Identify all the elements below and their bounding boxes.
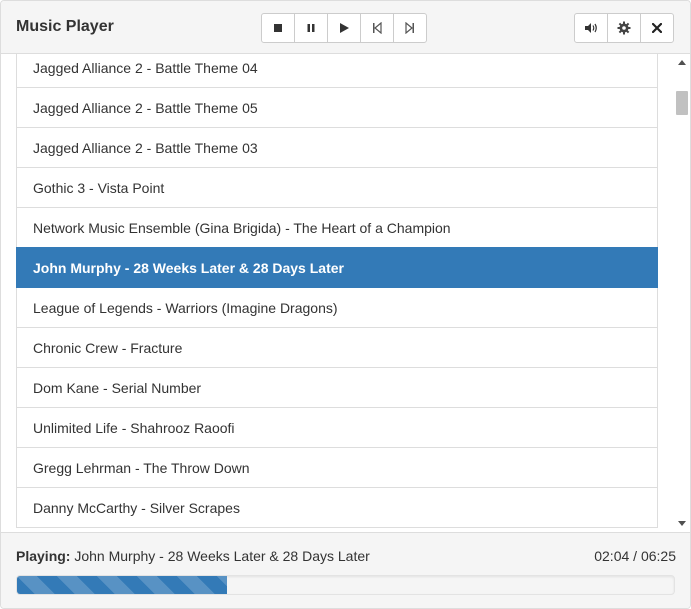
volume-button[interactable] [574,13,608,43]
track-item[interactable]: Jagged Alliance 2 - Battle Theme 03 [16,127,658,168]
track-item[interactable]: Gregg Lehrman - The Throw Down [16,447,658,488]
playlist: Jagged Alliance 2 - Battle Theme 04 Jagge… [1,54,690,532]
pause-icon [307,24,315,32]
time-separator: / [633,548,638,564]
scroll-down-icon[interactable] [678,521,686,526]
progress-track[interactable] [16,575,675,595]
playlist-scrollbar[interactable] [674,54,690,532]
previous-button[interactable] [360,13,394,43]
elapsed-time: 02:04 [594,548,630,564]
next-button[interactable] [393,13,427,43]
utility-controls [574,13,674,43]
stop-icon [274,24,282,32]
close-icon [652,23,662,33]
now-playing: Playing: John Murphy - 28 Weeks Later & … [16,547,370,565]
track-item[interactable]: League of Legends - Warriors (Imagine Dr… [16,287,658,328]
step-forward-icon [405,22,414,34]
music-player-panel: Music Player Jagged Alliance 2 - Battle … [0,0,691,609]
track-item[interactable]: Chronic Crew - Fracture [16,327,658,368]
play-button[interactable] [327,13,361,43]
progress-bar [17,576,228,594]
now-playing-label: Playing: [16,548,71,564]
player-header: Music Player [1,1,690,54]
track-item[interactable]: Jagged Alliance 2 - Battle Theme 05 [16,87,658,128]
total-duration: 06:25 [640,548,676,564]
scroll-up-icon[interactable] [678,60,686,65]
settings-button[interactable] [607,13,641,43]
transport-controls [261,13,427,43]
close-button[interactable] [640,13,674,43]
track-item[interactable]: Gothic 3 - Vista Point [16,167,658,208]
app-title: Music Player [16,18,114,35]
track-item[interactable]: Danny McCarthy - Silver Scrapes [16,487,658,528]
scroll-thumb[interactable] [676,91,688,115]
track-item[interactable]: Jagged Alliance 2 - Battle Theme 04 [16,54,658,88]
stop-button[interactable] [261,13,295,43]
play-icon [340,23,349,33]
gear-icon [617,21,631,35]
now-playing-track: John Murphy - 28 Weeks Later & 28 Days L… [74,548,370,564]
time-display: 02:04 / 06:25 [594,547,676,565]
track-item[interactable]: Dom Kane - Serial Number [16,367,658,408]
step-backward-icon [373,22,382,34]
track-item[interactable]: Unlimited Life - Shahrooz Raoofi [16,407,658,448]
track-item[interactable]: Network Music Ensemble (Gina Brigida) - … [16,207,658,248]
track-list: Jagged Alliance 2 - Battle Theme 04 Jagge… [16,54,658,528]
pause-button[interactable] [294,13,328,43]
player-footer: Playing: John Murphy - 28 Weeks Later & … [1,532,690,608]
track-item-active[interactable]: John Murphy - 28 Weeks Later & 28 Days L… [16,247,658,288]
volume-icon [585,23,597,33]
